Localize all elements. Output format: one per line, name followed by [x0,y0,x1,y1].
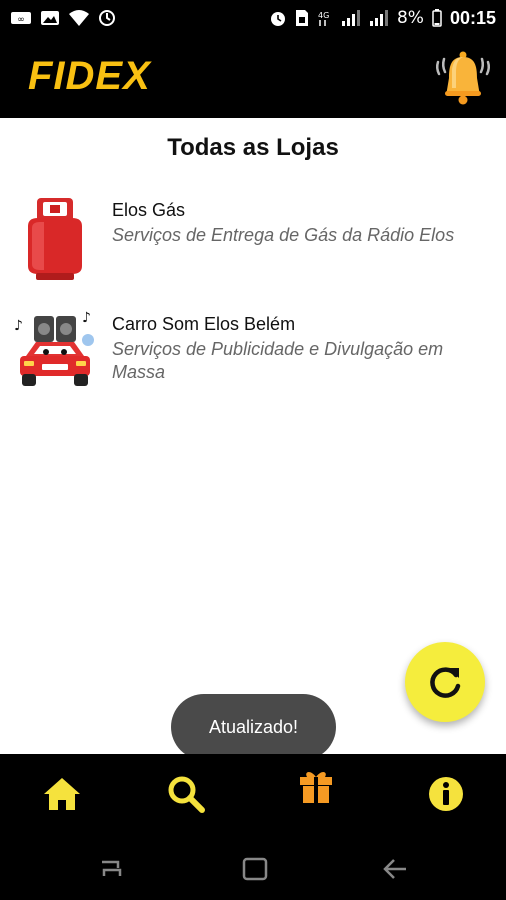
back-arrow-icon [383,859,406,879]
notifications-button[interactable] [434,48,492,106]
alarm-icon [269,9,287,27]
page-title: Todas as Lojas [167,134,339,161]
signal-icon [369,9,389,27]
status-bar: ∞ 4G 8% 00:15 [0,0,506,36]
svg-text:4G: 4G [318,11,329,20]
status-left-icons: ∞ [10,9,116,27]
home-icon [44,778,80,810]
app-bar: FIDEX [0,36,506,118]
store-description: Serviços de Publicidade e Divulgação em … [112,339,444,382]
signal-icon [341,9,361,27]
sync-icon [98,9,116,27]
back-button[interactable] [380,854,410,884]
gift-icon [300,772,332,803]
search-icon [168,776,205,813]
status-right-icons: 4G 8% 00:15 [269,8,496,29]
store-name: Carro Som Elos Belém [112,314,296,334]
image-icon [40,10,60,26]
home-system-button[interactable] [240,854,270,884]
home-square-icon [242,857,268,881]
link-icon: ∞ [10,10,32,26]
svg-text:♪: ♪ [82,310,91,326]
toast-message: Atualizado! [171,694,336,760]
nav-gift-button[interactable] [294,764,338,808]
wifi-icon [68,9,90,27]
nav-search-button[interactable] [164,772,208,816]
clock: 00:15 [449,7,496,28]
store-name: Elos Gás [112,200,186,220]
store-list-item[interactable]: Elos Gás Serviços de Entrega de Gás da R… [0,190,506,290]
sim-icon [295,9,309,27]
info-icon [429,777,463,811]
nav-home-button[interactable] [40,772,84,816]
battery-icon [432,9,442,27]
4g-icon: 4G [317,9,333,27]
bell-icon [435,51,491,105]
refresh-button[interactable] [405,642,485,722]
sound-car-icon: ♪ ♪ [14,308,96,396]
bottom-navigation [0,754,506,836]
recent-apps-icon [102,860,122,876]
svg-text:♪: ♪ [14,318,23,334]
app-logo: FIDEX [28,54,151,98]
gas-cylinder-icon [14,194,96,284]
store-list-item[interactable]: ♪ ♪ Carro Som Elos Belém Serviços de Pub… [0,304,506,404]
store-description: Serviços de Entrega de Gás da Rádio Elos [112,225,455,245]
recent-apps-button[interactable] [96,854,126,884]
svg-text:∞: ∞ [17,15,25,25]
battery-percentage: 8% [396,8,424,28]
refresh-icon [430,667,461,698]
nav-info-button[interactable] [424,772,468,816]
system-navigation-bar [0,836,506,900]
